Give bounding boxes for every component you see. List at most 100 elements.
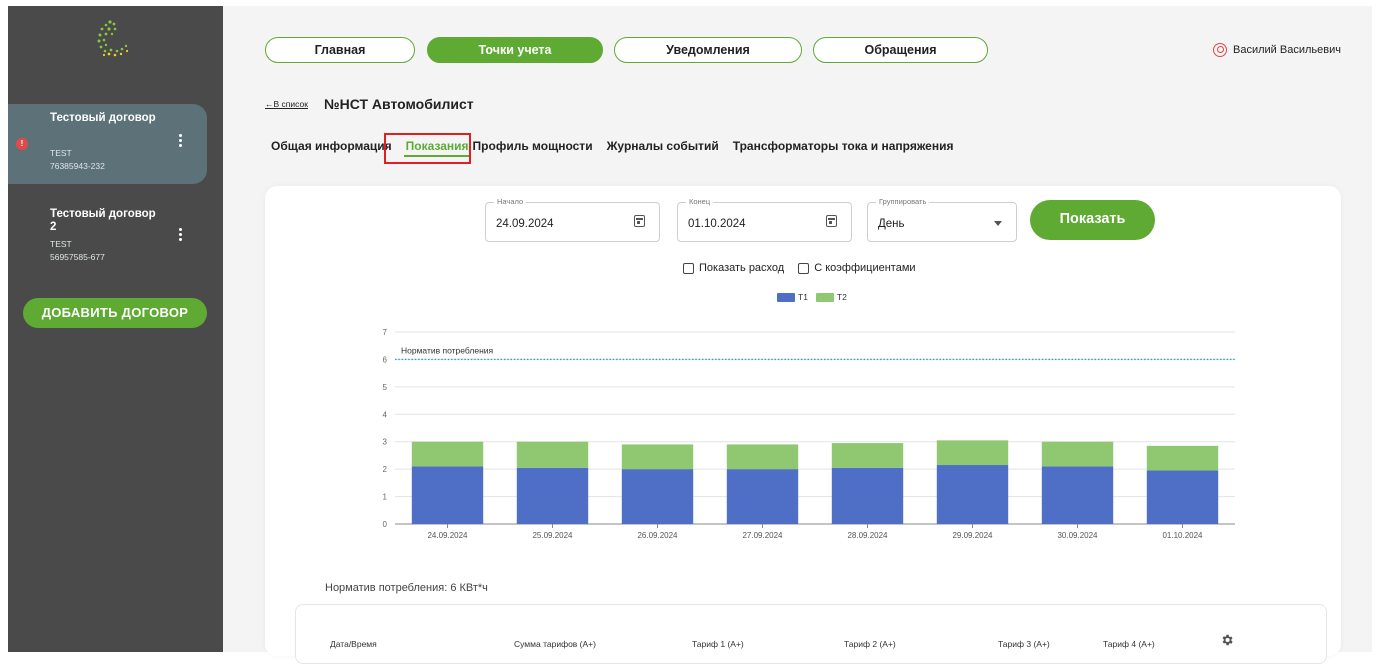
more-menu-icon[interactable] <box>176 134 184 150</box>
bar-t2 <box>621 444 694 470</box>
alert-badge: ! <box>16 138 28 150</box>
x-tick-label: 27.09.2024 <box>742 531 783 540</box>
bar-t1 <box>411 466 484 524</box>
column-header: Тариф 2 (А+) <box>844 639 896 649</box>
show-button[interactable]: Показать <box>1030 200 1155 240</box>
user-icon <box>1213 43 1227 57</box>
norm-reference-label: Норматив потребления <box>401 345 494 355</box>
bar-t2 <box>726 444 799 470</box>
end-date-field[interactable]: Конец 01.10.2024 <box>677 197 852 242</box>
column-header: Тариф 4 (А+) <box>1103 639 1155 649</box>
tab-highlight-frame <box>384 133 471 164</box>
y-tick-label: 4 <box>383 410 388 419</box>
more-menu-icon[interactable] <box>176 228 184 244</box>
contract-name: Тестовый договор <box>50 112 156 124</box>
contract-name: Тестовый договор 2 <box>50 208 156 233</box>
tab-power-profile[interactable]: Профиль мощности <box>473 139 593 153</box>
main-area: Главная Точки учета Уведомления Обращени… <box>223 6 1372 664</box>
checkbox-label: С коэффициентами <box>814 262 916 274</box>
checkbox-icon <box>798 262 810 274</box>
add-contract-button[interactable]: ДОБАВИТЬ ДОГОВОР <box>23 298 207 328</box>
column-header: Дата/Время <box>330 639 377 649</box>
nav-notifications[interactable]: Уведомления <box>614 37 802 63</box>
y-tick-label: 0 <box>383 520 388 529</box>
y-tick-label: 1 <box>383 493 388 502</box>
bar-t1 <box>1146 470 1219 524</box>
end-date-value: 01.10.2024 <box>688 218 746 230</box>
start-date-value: 24.09.2024 <box>496 218 554 230</box>
nav-home[interactable]: Главная <box>265 37 415 63</box>
x-tick-label: 28.09.2024 <box>847 531 888 540</box>
bar-t1 <box>621 469 694 524</box>
bar-t2 <box>1041 441 1114 467</box>
page-title: №НСТ Автомобилист <box>324 96 474 112</box>
tab-event-logs[interactable]: Журналы событий <box>607 139 719 153</box>
contract-type: TEST <box>50 148 72 158</box>
legend-item-t1[interactable]: T1 <box>777 292 808 302</box>
tabs: Общая информация Показания Профиль мощно… <box>271 139 967 157</box>
bar-t2 <box>1146 445 1219 471</box>
start-date-field[interactable]: Начало 24.09.2024 <box>485 197 660 242</box>
bar-t2 <box>936 440 1009 466</box>
logo-icon <box>97 20 129 57</box>
x-tick-label: 30.09.2024 <box>1057 531 1098 540</box>
start-date-label: Начало <box>494 197 527 206</box>
chart-legend: T1 T2 <box>777 292 847 302</box>
user-menu[interactable]: Василий Васильевич <box>1213 43 1341 57</box>
with-coefficients-checkbox[interactable]: С коэффициентами <box>798 262 916 274</box>
bar-t2 <box>411 441 484 467</box>
bar-t1 <box>516 467 589 524</box>
column-header: Тариф 1 (А+) <box>692 639 744 649</box>
nav-metering-points[interactable]: Точки учета <box>427 37 603 63</box>
tab-general[interactable]: Общая информация <box>271 139 392 153</box>
contract-number: 76385943-232 <box>50 161 105 171</box>
options: Показать расход С коэффициентами <box>683 262 916 274</box>
x-tick-label: 24.09.2024 <box>427 531 468 540</box>
show-consumption-checkbox[interactable]: Показать расход <box>683 262 784 274</box>
bar-t1 <box>936 465 1009 524</box>
x-tick-label: 26.09.2024 <box>637 531 678 540</box>
y-tick-label: 5 <box>383 383 388 392</box>
bar-t1 <box>831 467 904 524</box>
gear-icon[interactable] <box>1220 633 1234 647</box>
group-select[interactable]: Группировать День <box>867 197 1017 242</box>
calendar-icon[interactable] <box>634 215 645 227</box>
readings-card: Начало 24.09.2024 Конец 01.10.2024 Групп… <box>265 186 1341 664</box>
y-tick-label: 3 <box>383 438 388 447</box>
group-value: День <box>878 218 905 230</box>
column-header: Тариф 3 (А+) <box>998 639 1050 649</box>
legend-label: T2 <box>836 292 847 302</box>
user-name: Василий Васильевич <box>1233 44 1341 56</box>
group-label: Группировать <box>876 197 930 206</box>
chevron-down-icon <box>994 221 1002 226</box>
sidebar: ! Тестовый договор TEST 76385943-232 Тес… <box>8 6 223 652</box>
norm-note: Норматив потребления: 6 КВт*ч <box>325 582 488 594</box>
y-tick-label: 6 <box>383 355 388 364</box>
contract-item-2[interactable]: Тестовый договор 2 TEST 56957585-677 <box>8 202 207 282</box>
column-header: Сумма тарифов (А+) <box>514 639 596 649</box>
checkbox-label: Показать расход <box>699 262 785 274</box>
x-tick-label: 29.09.2024 <box>952 531 993 540</box>
checkbox-icon <box>683 262 694 274</box>
back-link[interactable]: ←В список <box>265 99 308 109</box>
contract-number: 56957585-677 <box>50 252 105 262</box>
bar-t1 <box>1041 466 1114 524</box>
tab-transformers[interactable]: Трансформаторы тока и напряжения <box>733 139 954 153</box>
legend-swatch <box>815 292 834 302</box>
contract-type: TEST <box>50 239 72 249</box>
nav-requests[interactable]: Обращения <box>813 37 988 63</box>
calendar-icon[interactable] <box>826 215 837 227</box>
legend-label: T1 <box>798 292 808 302</box>
readings-chart: 0 1 2 3 4 5 6 7 24.09.2024 25.09.2024 26.09.2024 27… <box>383 328 1235 540</box>
y-tick-label: 2 <box>383 465 388 474</box>
y-tick-label: 7 <box>383 328 388 337</box>
bar-t1 <box>726 469 799 524</box>
x-tick-label: 01.10.2024 <box>1162 531 1203 540</box>
legend-swatch <box>777 292 795 302</box>
end-date-label: Конец <box>686 197 714 206</box>
x-tick-label: 25.09.2024 <box>532 531 573 540</box>
bar-t2 <box>831 443 904 468</box>
contract-item-1[interactable]: ! Тестовый договор TEST 76385943-232 <box>8 104 207 184</box>
bar-t2 <box>516 441 589 468</box>
legend-item-t2[interactable]: T2 <box>815 292 847 302</box>
